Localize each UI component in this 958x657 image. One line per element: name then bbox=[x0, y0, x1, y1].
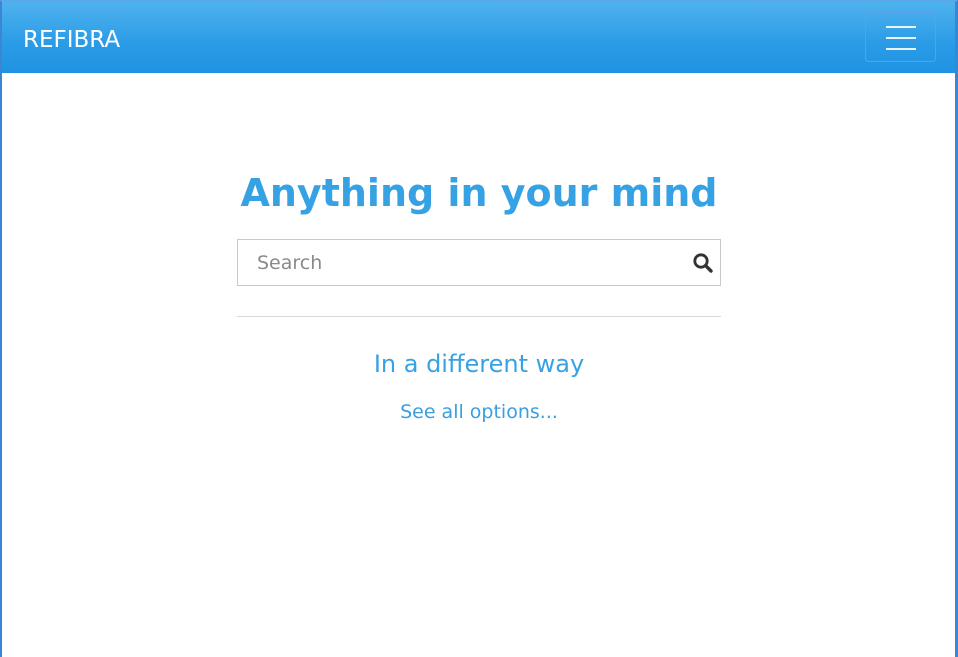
see-all-options-link[interactable]: See all options... bbox=[400, 401, 558, 423]
page-title: Anything in your mind bbox=[240, 171, 718, 215]
navbar-toggle-button[interactable] bbox=[865, 12, 936, 62]
hamburger-menu-icon bbox=[886, 26, 916, 28]
navbar: REFIBRA bbox=[2, 2, 955, 73]
window-frame bbox=[0, 0, 958, 657]
search-icon[interactable] bbox=[692, 252, 714, 274]
alternative-heading: In a different way bbox=[373, 350, 585, 378]
divider bbox=[237, 316, 721, 317]
hamburger-menu-icon-line bbox=[886, 48, 916, 50]
search-input[interactable] bbox=[238, 240, 678, 285]
search-form bbox=[237, 239, 721, 286]
brand-logo-text[interactable]: REFIBRA bbox=[23, 25, 120, 55]
see-all-options-container: See all options... bbox=[0, 399, 958, 425]
hamburger-menu-icon-line bbox=[886, 37, 916, 39]
